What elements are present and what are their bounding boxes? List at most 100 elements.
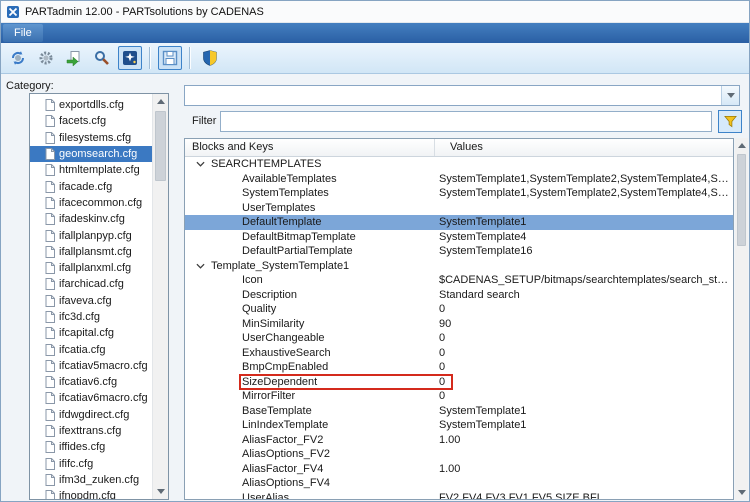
tree-scroll-thumb[interactable] (155, 111, 166, 181)
table-row-Template_SystemTemplate1[interactable]: Template_SystemTemplate1 (185, 259, 733, 274)
chevron-down-icon (726, 93, 735, 98)
tree-item-filesystems-cfg[interactable]: filesystems.cfg (30, 130, 152, 146)
tree-item-label: ifaveva.cfg (59, 294, 112, 307)
table-row-UserChangeable[interactable]: UserChangeable 0 (185, 331, 733, 346)
file-icon (45, 164, 55, 177)
table-row-SizeDependent[interactable]: SizeDependent 0 (185, 374, 733, 390)
toolbar-separator (189, 47, 191, 69)
collapse-chevron-icon[interactable] (196, 263, 205, 269)
file-icon (45, 262, 55, 275)
scroll-up-icon[interactable] (735, 138, 748, 153)
toolbar-uac-shield-button[interactable] (198, 46, 222, 70)
table-row-BaseTemplate[interactable]: BaseTemplate SystemTemplate1 (185, 404, 733, 419)
filter-input[interactable] (220, 111, 712, 132)
tree-item-label: ifcapital.cfg (59, 327, 115, 340)
toolbar-sync-button[interactable] (6, 46, 30, 70)
file-icon (45, 99, 55, 112)
tree-item-ifcatiav5macro-cfg[interactable]: ifcatiav5macro.cfg (30, 358, 152, 374)
table-row-AliasOptions_FV4[interactable]: AliasOptions_FV4 (185, 476, 733, 491)
table-row-AliasFactor_FV4[interactable]: AliasFactor_FV4 1.00 (185, 462, 733, 477)
tree-item-ifaveva-cfg[interactable]: ifaveva.cfg (30, 293, 152, 309)
tree-item-ifacade-cfg[interactable]: ifacade.cfg (30, 178, 152, 194)
table-row-UserAlias[interactable]: UserAlias FV2,FV4,FV3,FV1,FV5,SIZE,BFL... (185, 491, 733, 500)
tree-item-ififc-cfg[interactable]: ififc.cfg (30, 456, 152, 472)
table-scroll-thumb[interactable] (737, 154, 746, 246)
table-row-MirrorFilter[interactable]: MirrorFilter 0 (185, 389, 733, 404)
combobox-dropdown-button[interactable] (721, 86, 739, 105)
value-cell (435, 476, 733, 491)
file-icon (45, 311, 55, 323)
tree-item-htmltemplate-cfg[interactable]: htmltemplate.cfg (30, 162, 152, 178)
file-icon (45, 441, 55, 454)
tree-item-ifdwgdirect-cfg[interactable]: ifdwgdirect.cfg (30, 407, 152, 423)
filter-button[interactable] (718, 110, 742, 133)
table-row-LinIndexTemplate[interactable]: LinIndexTemplate SystemTemplate1 (185, 418, 733, 433)
column-header-blocks-and-keys[interactable]: Blocks and Keys (185, 139, 435, 156)
table-row-UserTemplates[interactable]: UserTemplates (185, 201, 733, 216)
tree-item-ifcatia-cfg[interactable]: ifcatia.cfg (30, 341, 152, 357)
table-row-AliasFactor_FV2[interactable]: AliasFactor_FV2 1.00 (185, 433, 733, 448)
table-row-SystemTemplates[interactable]: SystemTemplates SystemTemplate1,SystemTem… (185, 186, 733, 201)
tree-item-geomsearch-cfg[interactable]: geomsearch.cfg (30, 145, 152, 163)
tree-item-ifcatiav6macro-cfg[interactable]: ifcatiav6macro.cfg (30, 390, 152, 406)
tree-item-ifallplanxml-cfg[interactable]: ifallplanxml.cfg (30, 260, 152, 276)
toolbar (1, 43, 749, 74)
table-row-SEARCHTEMPLATES[interactable]: SEARCHTEMPLATES (185, 157, 733, 172)
value-cell (435, 259, 733, 274)
table-scrollbar[interactable] (735, 138, 748, 500)
table-row-DefaultTemplate[interactable]: DefaultTemplate SystemTemplate1 (185, 215, 733, 230)
tree-scrollbar[interactable] (152, 94, 168, 499)
tree-item-ifarchicad-cfg[interactable]: ifarchicad.cfg (30, 276, 152, 292)
column-header-values[interactable]: Values (435, 139, 733, 156)
tree-item-ifallplansmt-cfg[interactable]: ifallplansmt.cfg (30, 244, 152, 260)
toolbar-save-button[interactable] (158, 46, 182, 70)
file-icon (45, 278, 55, 291)
tree-item-ifacecommon-cfg[interactable]: ifacecommon.cfg (30, 195, 152, 211)
tree-item-iffides-cfg[interactable]: iffides.cfg (30, 439, 152, 455)
tree-item-label: ifarchicad.cfg (59, 278, 124, 291)
tree-item-ifc3d-cfg[interactable]: ifc3d.cfg (30, 309, 152, 325)
table-row-DefaultPartialTemplate[interactable]: DefaultPartialTemplate SystemTemplate16 (185, 244, 733, 259)
partadmin-window: PARTadmin 12.00 - PARTsolutions by CADEN… (0, 0, 750, 502)
section-combobox[interactable] (184, 85, 740, 106)
tree-item-label: ifacade.cfg (59, 180, 113, 193)
toolbar-export-button[interactable] (62, 46, 86, 70)
scroll-down-icon[interactable] (735, 485, 748, 500)
tree-item-ifm3d-zuken-cfg[interactable]: ifm3d_zuken.cfg (30, 472, 152, 488)
tree-item-ifnopdm-cfg[interactable]: ifnopdm.cfg (30, 488, 152, 499)
tree-item-facets-cfg[interactable]: facets.cfg (30, 113, 152, 129)
value-cell: 1.00 (439, 433, 461, 446)
tree-item-exportdlls-cfg[interactable]: exportdlls.cfg (30, 97, 152, 113)
scroll-up-icon[interactable] (153, 94, 168, 109)
tree-item-ifcatiav6-cfg[interactable]: ifcatiav6.cfg (30, 374, 152, 390)
table-row-Description[interactable]: Description Standard search (185, 288, 733, 303)
toolbar-search-tool-button[interactable] (90, 46, 114, 70)
tree-item-label: ifcatiav6.cfg (59, 376, 118, 389)
key-label: Icon (242, 274, 263, 286)
save-icon (161, 49, 179, 67)
table-row-AvailableTemplates[interactable]: AvailableTemplates SystemTemplate1,System… (185, 172, 733, 187)
table-row-MinSimilarity[interactable]: MinSimilarity 90 (185, 317, 733, 332)
toolbar-gear-update-button[interactable] (34, 46, 58, 70)
tree-item-label: ifadeskinv.cfg (59, 213, 125, 226)
table-row-Quality[interactable]: Quality 0 (185, 302, 733, 317)
table-row-DefaultBitmapTemplate[interactable]: DefaultBitmapTemplate SystemTemplate4 (185, 230, 733, 245)
table-row-Icon[interactable]: Icon $CADENAS_SETUP/bitmaps/searchtemplat… (185, 273, 733, 288)
tree-item-ifallplanpyp-cfg[interactable]: ifallplanpyp.cfg (30, 227, 152, 243)
table-row-AliasOptions_FV2[interactable]: AliasOptions_FV2 (185, 447, 733, 462)
category-tree: exportdlls.cfg facets.cfg filesystems.cfg g… (29, 93, 169, 500)
value-cell: 0 (439, 375, 446, 388)
tree-item-ifcapital-cfg[interactable]: ifcapital.cfg (30, 325, 152, 341)
scroll-down-icon[interactable] (153, 484, 168, 499)
tree-item-ifadeskinv-cfg[interactable]: ifadeskinv.cfg (30, 211, 152, 227)
toolbar-index-wizard-button[interactable] (118, 46, 142, 70)
menu-file[interactable]: File (3, 24, 43, 42)
key-label: UserChangeable (242, 332, 325, 344)
search-tool-icon (93, 49, 111, 67)
config-table-body: SEARCHTEMPLATES AvailableTemplates SystemT… (185, 157, 733, 500)
tree-item-ifexttrans-cfg[interactable]: ifexttrans.cfg (30, 423, 152, 439)
collapse-chevron-icon[interactable] (196, 161, 205, 167)
value-cell: 0 (439, 390, 446, 402)
table-row-ExhaustiveSearch[interactable]: ExhaustiveSearch 0 (185, 346, 733, 361)
table-row-BmpCmpEnabled[interactable]: BmpCmpEnabled 0 (185, 360, 733, 375)
